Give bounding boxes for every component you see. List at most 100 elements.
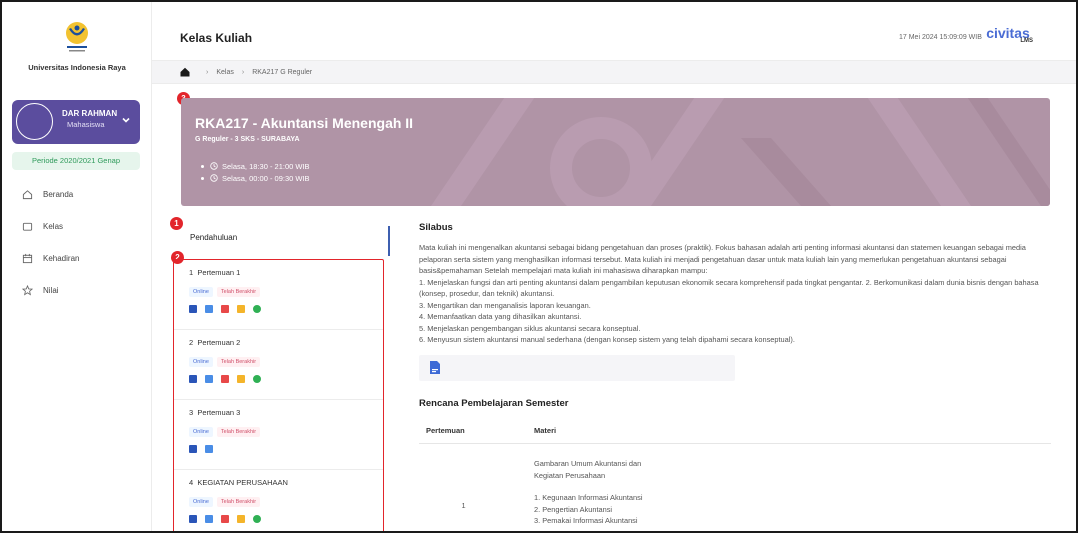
bullet bbox=[201, 176, 204, 180]
meeting-label: Pertemuan 3 bbox=[197, 408, 241, 417]
materi-item: 1. Kegunaan Informasi Akuntansi bbox=[534, 493, 643, 502]
sidebar-item-label: Kehadiran bbox=[43, 253, 80, 263]
chat-icon[interactable] bbox=[253, 515, 261, 523]
syllabus-point: 4. Memanfaatkan data yang dihasilkan aku… bbox=[419, 312, 582, 321]
document-icon[interactable] bbox=[205, 375, 213, 383]
tag-ended: Telah Berakhir bbox=[216, 427, 261, 437]
column-header-materi: Materi bbox=[534, 426, 557, 435]
document-icon[interactable] bbox=[205, 515, 213, 523]
table-header: Pertemuan Materi bbox=[419, 418, 1051, 444]
tag-ended: Telah Berakhir bbox=[216, 287, 261, 297]
page-title: Kelas Kuliah bbox=[180, 31, 253, 45]
sidebar-item-label: Kelas bbox=[43, 221, 64, 231]
syllabus-text: Mata kuliah ini mengenalkan akuntansi se… bbox=[419, 242, 1059, 346]
tag-online: Online bbox=[189, 497, 213, 507]
course-title: RKA217 - Akuntansi Menengah II bbox=[195, 115, 414, 131]
syllabus-file[interactable] bbox=[419, 355, 735, 381]
meeting-list: 1 Pertemuan 1 Online Telah Berakhir 2 Pe… bbox=[173, 259, 384, 531]
meeting-title: 3 Pertemuan 3 bbox=[189, 408, 383, 417]
rps-title: Rencana Pembelajaran Semester bbox=[419, 398, 569, 409]
schedule-list: Selasa, 18:30 - 21:00 WIB Selasa, 00:00 … bbox=[201, 160, 310, 184]
meeting-tags: Online Telah Berakhir bbox=[189, 287, 383, 297]
meeting-title: 4 KEGIATAN PERUSAHAAN bbox=[189, 478, 383, 487]
meeting-item-4[interactable]: 4 KEGIATAN PERUSAHAAN Online Telah Berak… bbox=[174, 470, 383, 531]
sidebar-item-label: Nilai bbox=[43, 285, 59, 295]
tag-ended: Telah Berakhir bbox=[216, 357, 261, 367]
meeting-number: 3 bbox=[189, 408, 194, 417]
meeting-resources bbox=[189, 375, 383, 383]
home-icon bbox=[22, 189, 33, 199]
sidebar-item-kehadiran[interactable]: Kehadiran bbox=[2, 242, 152, 274]
pdf-icon[interactable] bbox=[221, 305, 229, 313]
university-name: Universitas Indonesia Raya bbox=[28, 63, 126, 72]
pdf-icon[interactable] bbox=[221, 375, 229, 383]
book-icon[interactable] bbox=[189, 445, 197, 453]
meeting-number: 4 bbox=[189, 478, 194, 487]
user-card[interactable]: DAR RAHMAN Mahasiswa bbox=[12, 100, 140, 144]
breadcrumb: › Kelas › RKA217 G Reguler bbox=[152, 60, 1076, 84]
meeting-tags: Online Telah Berakhir bbox=[189, 357, 383, 367]
meeting-number: 2 bbox=[189, 338, 194, 347]
tab-pendahuluan[interactable]: Pendahuluan bbox=[182, 226, 390, 256]
syllabus-point: 5. Menjelaskan pengembangan siklus akunt… bbox=[419, 323, 641, 333]
breadcrumb-separator: › bbox=[206, 68, 209, 76]
meeting-resources bbox=[189, 445, 383, 453]
bullet bbox=[201, 164, 204, 168]
materi-item: 3. Pemakai Informasi Akuntansi bbox=[534, 516, 638, 525]
sidebar-item-kelas[interactable]: Kelas bbox=[2, 210, 152, 242]
meeting-label: Pertemuan 2 bbox=[197, 338, 241, 347]
clock-icon bbox=[210, 162, 218, 170]
meeting-item-3[interactable]: 3 Pertemuan 3 Online Telah Berakhir bbox=[174, 400, 383, 470]
datetime: 17 Mei 2024 15:09:09 WIB bbox=[899, 34, 982, 41]
folder-icon[interactable] bbox=[237, 375, 245, 383]
breadcrumb-link-kelas[interactable]: Kelas bbox=[216, 69, 234, 76]
document-icon[interactable] bbox=[205, 445, 213, 453]
meeting-tags: Online Telah Berakhir bbox=[189, 497, 383, 507]
home-icon[interactable] bbox=[180, 67, 190, 77]
folder-icon[interactable] bbox=[237, 305, 245, 313]
pdf-icon[interactable] bbox=[221, 515, 229, 523]
period-badge: Periode 2020/2021 Genap bbox=[12, 152, 140, 170]
sidebar-item-label: Beranda bbox=[43, 189, 74, 199]
sidebar-nav: Beranda Kelas Kehadiran Nilai bbox=[2, 178, 152, 306]
meeting-title: 1 Pertemuan 1 bbox=[189, 268, 383, 277]
brand-logo: civitas LMS bbox=[983, 26, 1033, 44]
syllabus-point: 1. Menjelaskan fungsi dan arti penting a… bbox=[419, 277, 1039, 299]
meeting-resources bbox=[189, 305, 383, 313]
university-logo bbox=[66, 22, 88, 52]
book-icon[interactable] bbox=[189, 375, 197, 383]
tag-ended: Telah Berakhir bbox=[216, 497, 261, 507]
meeting-item-1[interactable]: 1 Pertemuan 1 Online Telah Berakhir bbox=[174, 260, 383, 330]
cell-materi: Gambaran Umum Akuntansi dan Kegiatan Per… bbox=[519, 444, 642, 527]
syllabus-point: 3. Mengartikan dan menganalisis laporan … bbox=[419, 300, 591, 310]
chat-icon[interactable] bbox=[253, 375, 261, 383]
app-window: Universitas Indonesia Raya DAR RAHMAN Ma… bbox=[0, 0, 1078, 533]
schedule-text: Selasa, 00:00 - 09:30 WIB bbox=[222, 173, 310, 183]
chat-icon[interactable] bbox=[253, 305, 261, 313]
document-icon[interactable] bbox=[205, 305, 213, 313]
book-icon[interactable] bbox=[189, 515, 197, 523]
chevron-down-icon[interactable] bbox=[121, 115, 131, 125]
rps-table: Pertemuan Materi 1 Gambaran Umum Akuntan… bbox=[419, 418, 1051, 527]
meeting-label: Pertemuan 1 bbox=[197, 268, 241, 277]
sidebar-item-beranda[interactable]: Beranda bbox=[2, 178, 152, 210]
schedule-text: Selasa, 18:30 - 21:00 WIB bbox=[222, 161, 310, 171]
book-icon[interactable] bbox=[189, 305, 197, 313]
schedule-item: Selasa, 18:30 - 21:00 WIB bbox=[201, 160, 310, 172]
meeting-item-2[interactable]: 2 Pertemuan 2 Online Telah Berakhir bbox=[174, 330, 383, 400]
avatar bbox=[16, 103, 53, 140]
syllabus-point: 6. Menyusun sistem akuntansi manual sede… bbox=[419, 335, 795, 344]
syllabus-paragraph: Mata kuliah ini mengenalkan akuntansi se… bbox=[419, 243, 1026, 275]
star-icon bbox=[22, 284, 33, 296]
syllabus-title: Silabus bbox=[419, 222, 453, 233]
breadcrumb-separator: › bbox=[241, 68, 245, 76]
sidebar-item-nilai[interactable]: Nilai bbox=[2, 274, 152, 306]
document-icon[interactable] bbox=[429, 360, 441, 375]
clock-icon bbox=[210, 174, 218, 182]
calendar-icon bbox=[22, 253, 33, 263]
breadcrumb-current: RKA217 G Reguler bbox=[252, 68, 313, 76]
folder-icon[interactable] bbox=[237, 515, 245, 523]
meeting-label: KEGIATAN PERUSAHAAN bbox=[197, 478, 288, 487]
materi-heading-line: Kegiatan Perusahaan bbox=[534, 470, 606, 480]
